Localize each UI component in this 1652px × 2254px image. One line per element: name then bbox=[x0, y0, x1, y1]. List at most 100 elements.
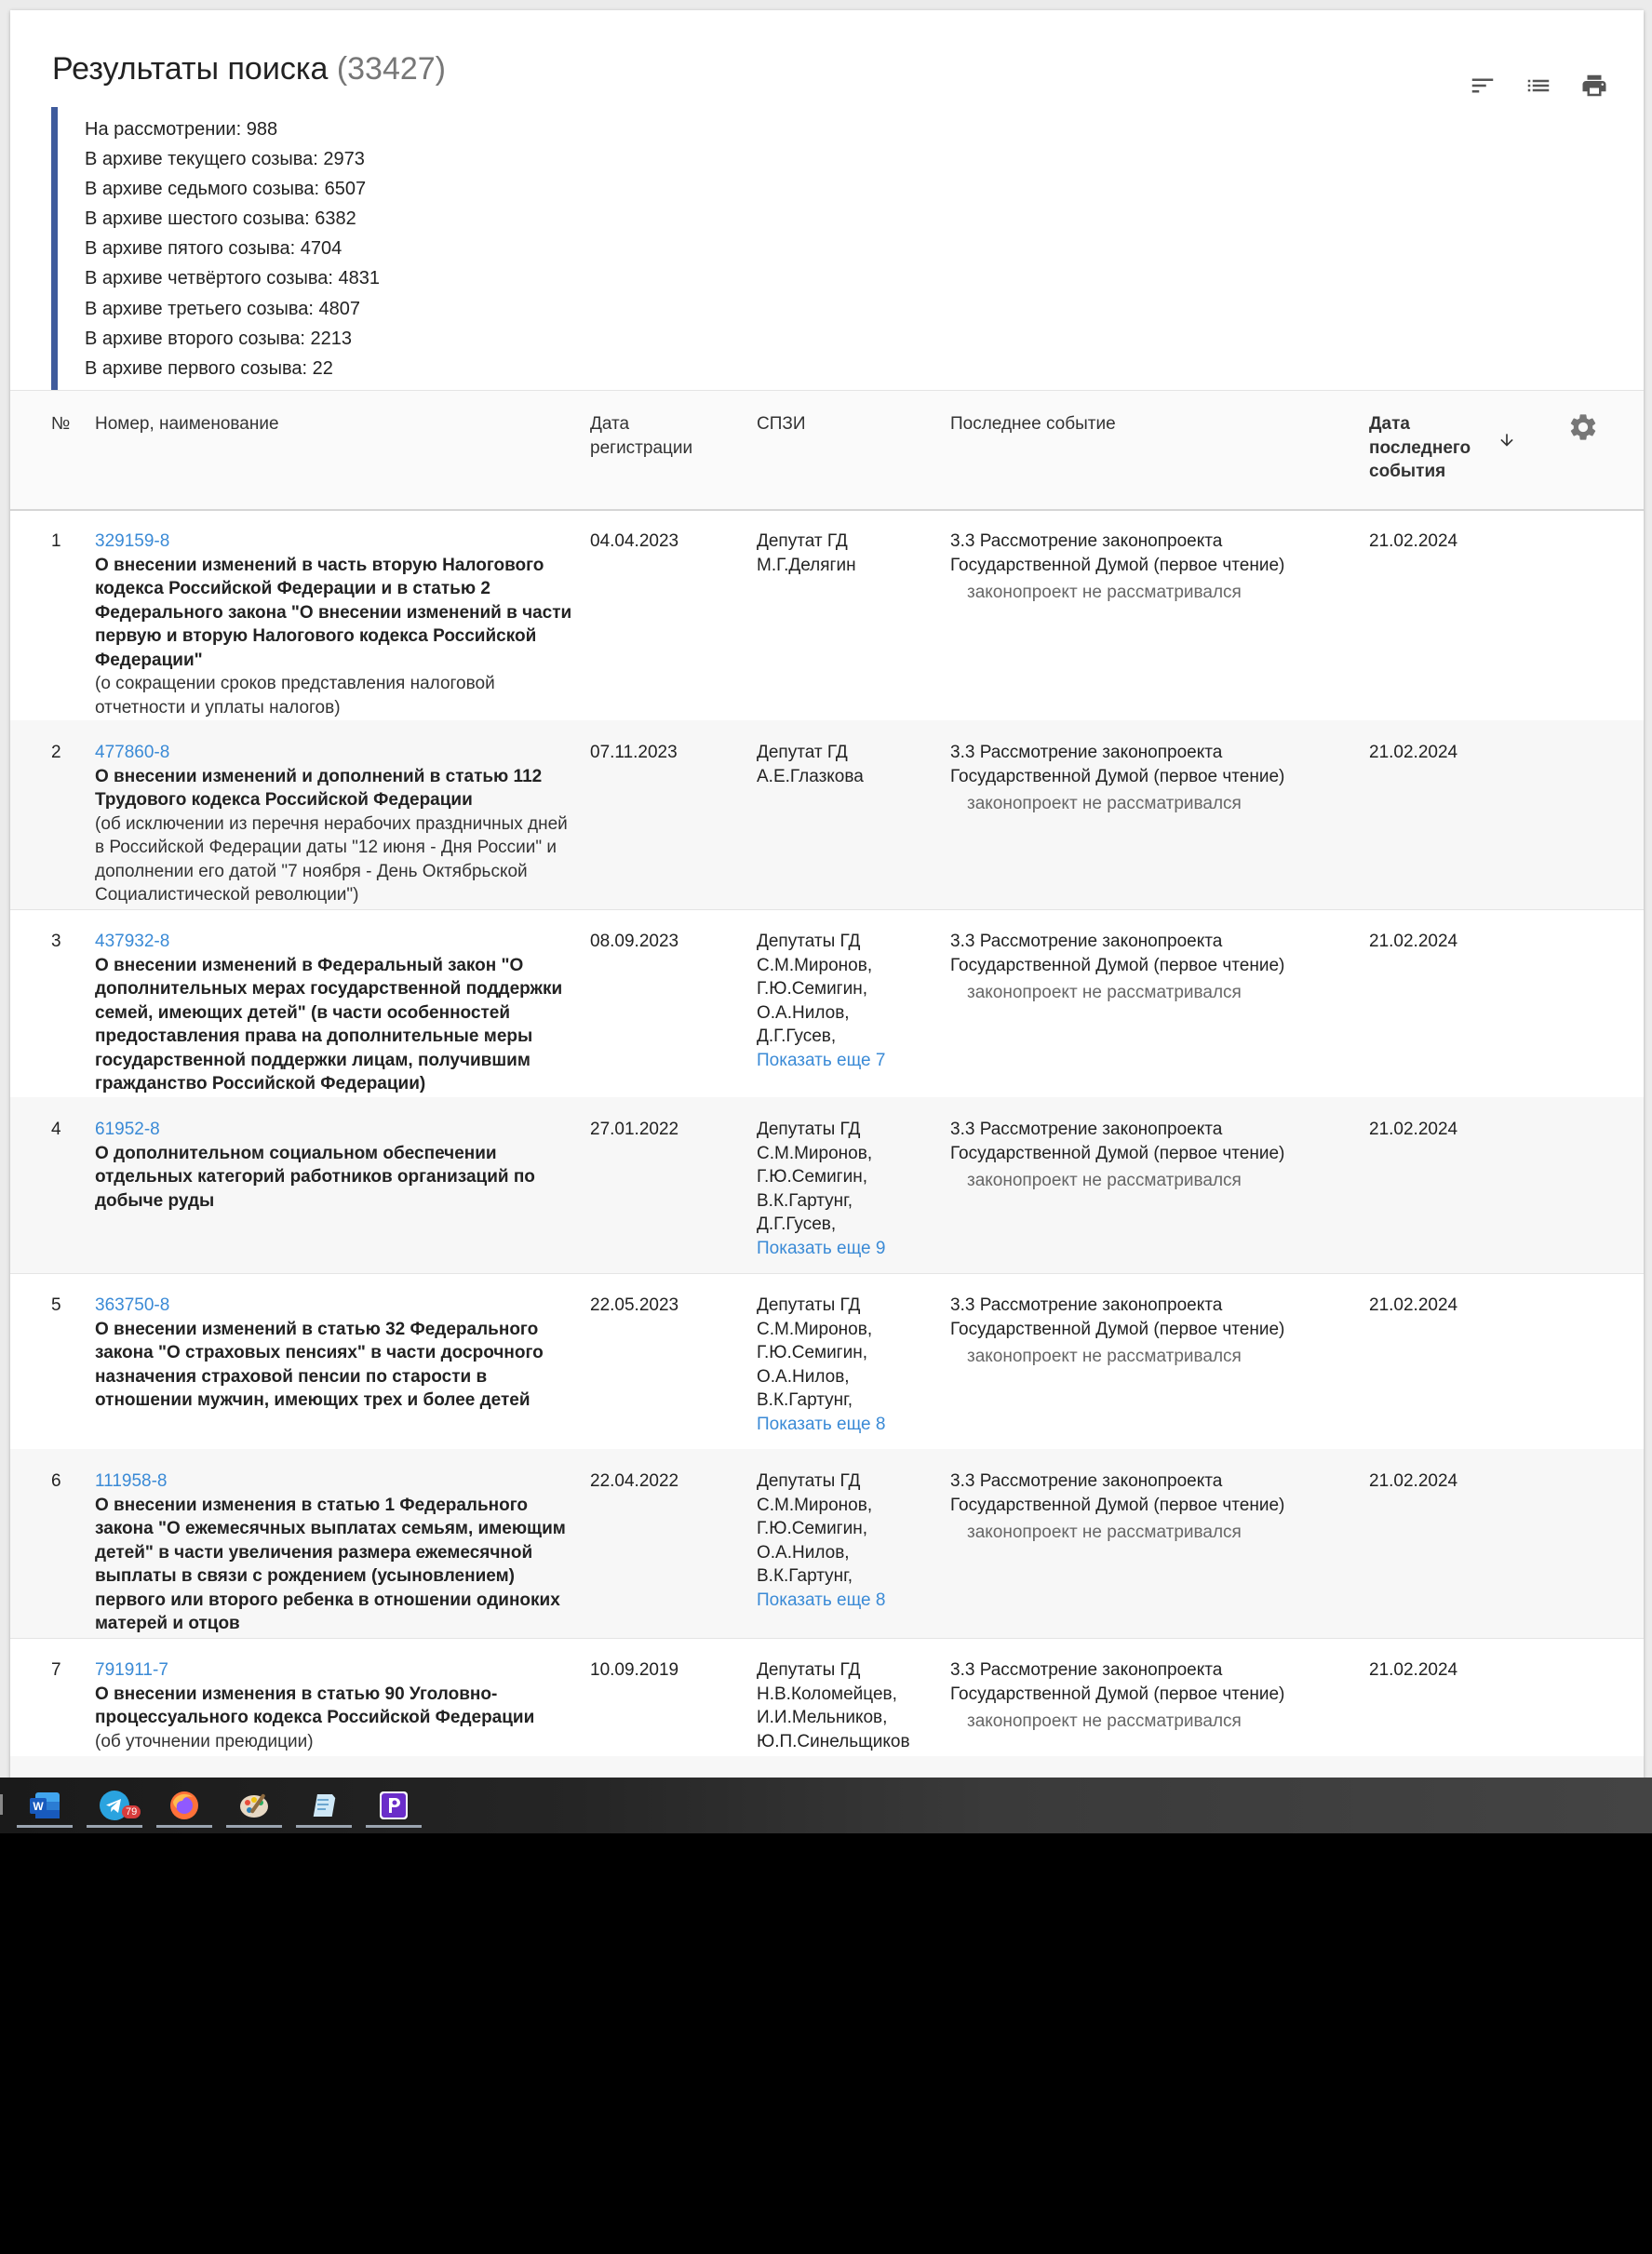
sort-descending-arrow-icon[interactable] bbox=[1498, 430, 1516, 450]
last-event-status: законопроект не рассматривался bbox=[967, 1711, 1242, 1731]
author-name: Депутат ГД bbox=[757, 743, 848, 762]
column-header-last-event[interactable]: Последнее событие bbox=[950, 412, 1116, 436]
last-event-status: законопроект не рассматривался bbox=[967, 583, 1242, 602]
notepad-taskbar-button[interactable] bbox=[296, 1785, 352, 1828]
results-title: Результаты поиска bbox=[52, 51, 329, 87]
last-event-status: законопроект не рассматривался bbox=[967, 1171, 1242, 1190]
bill-title: О дополнительном социальном обеспечении … bbox=[95, 1143, 535, 1211]
last-event-cell: 3.3 Рассмотрение законопроекта Государст… bbox=[950, 1658, 1341, 1734]
author-name: В.К.Гартунг, bbox=[757, 1190, 853, 1211]
paint-taskbar-button[interactable] bbox=[226, 1785, 282, 1828]
column-header-reg-date[interactable]: Дата регистрации bbox=[590, 412, 692, 460]
bill-description: (о сокращении сроков представления налог… bbox=[95, 674, 495, 718]
column-header-last-date-line: последнего bbox=[1369, 437, 1471, 458]
author-name: В.К.Гартунг, bbox=[757, 1390, 853, 1410]
last-event-cell: 3.3 Рассмотрение законопроекта Государст… bbox=[950, 930, 1341, 1005]
bill-description: (об уточнении преюдиции) bbox=[95, 1731, 314, 1751]
last-event-cell: 3.3 Рассмотрение законопроекта Государст… bbox=[950, 1118, 1341, 1193]
bill-title: О внесении изменений и дополнений в стат… bbox=[95, 766, 543, 811]
spzi-cell: Депутаты ГД С.М.Миронов, Г.Ю.Семигин, В.К.Г… bbox=[757, 1118, 933, 1260]
sort-icon[interactable] bbox=[1469, 72, 1497, 100]
row-number: 1 bbox=[51, 531, 61, 551]
last-event-date: 21.02.2024 bbox=[1369, 531, 1458, 551]
taskbar: W 79 bbox=[0, 1778, 1652, 1833]
bill-title: О внесении изменений в статью 32 Федерал… bbox=[95, 1319, 544, 1411]
bill-title: О внесении изменений в Федеральный закон… bbox=[95, 955, 563, 1094]
firefox-icon bbox=[170, 1791, 198, 1819]
author-name: Г.Ю.Семигин, bbox=[757, 1343, 868, 1362]
author-name: О.А.Нилов, bbox=[757, 1366, 850, 1387]
last-event-name: 3.3 Рассмотрение законопроекта Государст… bbox=[950, 932, 1285, 975]
results-count: (33427) bbox=[336, 51, 447, 87]
summary-line: В архиве первого созыва: 22 bbox=[85, 357, 333, 379]
last-event-status: законопроект не рассматривался bbox=[967, 794, 1242, 813]
registration-date: 10.09.2019 bbox=[590, 1660, 679, 1680]
firefox-taskbar-button[interactable] bbox=[156, 1785, 212, 1828]
author-name: Депутаты ГД bbox=[757, 1471, 861, 1491]
last-event-name: 3.3 Рассмотрение законопроекта Государст… bbox=[950, 743, 1285, 786]
summary-line: В архиве седьмого созыва: 6507 bbox=[85, 179, 367, 200]
registration-date: 04.04.2023 bbox=[590, 531, 679, 551]
last-event-name: 3.3 Рассмотрение законопроекта Государст… bbox=[950, 1471, 1285, 1515]
bill-number-link[interactable]: 791911-7 bbox=[95, 1658, 579, 1683]
author-name: Депутаты ГД bbox=[757, 1120, 861, 1139]
show-more-authors-link[interactable]: Показать еще 8 bbox=[757, 1413, 933, 1437]
summary-line: В архиве третьего созыва: 4807 bbox=[85, 298, 360, 319]
show-more-authors-link[interactable]: Показать еще 7 bbox=[757, 1049, 933, 1073]
author-name: Г.Ю.Семигин, bbox=[757, 1167, 868, 1187]
summary-line: В архиве пятого созыва: 4704 bbox=[85, 238, 342, 260]
summary-line: В архиве текущего созыва: 2973 bbox=[85, 149, 365, 170]
spzi-cell: Депутат ГД М.Г.Делягин bbox=[757, 530, 933, 577]
author-name: Депутаты ГД bbox=[757, 1660, 861, 1680]
telegram-unread-badge: 79 bbox=[122, 1805, 141, 1818]
registration-date: 22.04.2022 bbox=[590, 1471, 679, 1491]
author-name: Депутаты ГД bbox=[757, 932, 861, 951]
author-name: С.М.Миронов, bbox=[757, 1143, 873, 1163]
column-header-reg-date-line: Дата bbox=[590, 414, 630, 434]
bill-cell: 329159-8 О внесении изменений в часть вто… bbox=[95, 530, 579, 719]
column-header-last-date-line: события bbox=[1369, 462, 1446, 481]
messenger-taskbar-button[interactable] bbox=[366, 1785, 422, 1828]
bill-number-link[interactable]: 61952-8 bbox=[95, 1118, 579, 1142]
last-event-cell: 3.3 Рассмотрение законопроекта Государст… bbox=[950, 741, 1341, 816]
status-summary: На рассмотрении: 988 В архиве текущего с… bbox=[51, 107, 380, 391]
bill-number-link[interactable]: 437932-8 bbox=[95, 930, 579, 954]
registration-date: 08.09.2023 bbox=[590, 932, 679, 951]
registration-date: 22.05.2023 bbox=[590, 1295, 679, 1315]
column-header-last-date[interactable]: Дата последнего события bbox=[1369, 412, 1471, 484]
bill-number-link[interactable]: 363750-8 bbox=[95, 1294, 579, 1318]
bill-number-link[interactable]: 329159-8 bbox=[95, 530, 579, 554]
spzi-cell: Депутаты ГД С.М.Миронов, Г.Ю.Семигин, О.А.Н… bbox=[757, 930, 933, 1072]
column-header-last-date-line: Дата bbox=[1369, 414, 1410, 434]
list-view-icon[interactable] bbox=[1524, 72, 1552, 100]
author-name: С.М.Миронов, bbox=[757, 1495, 873, 1515]
bill-title: О внесении изменений в часть вторую Нало… bbox=[95, 555, 572, 670]
show-more-authors-link[interactable]: Показать еще 8 bbox=[757, 1589, 933, 1613]
spzi-cell: Депутаты ГД С.М.Миронов, Г.Ю.Семигин, О.А.Н… bbox=[757, 1294, 933, 1436]
bill-number-link[interactable]: 477860-8 bbox=[95, 741, 579, 765]
gear-icon[interactable] bbox=[1567, 411, 1599, 443]
last-event-status: законопроект не рассматривался bbox=[967, 1523, 1242, 1542]
word-taskbar-button[interactable]: W bbox=[17, 1785, 73, 1828]
last-event-date: 21.02.2024 bbox=[1369, 1120, 1458, 1139]
table-row: 2 477860-8 О внесении изменений и дополнен… bbox=[10, 720, 1644, 910]
last-event-status: законопроект не рассматривался bbox=[967, 983, 1242, 1002]
bill-cell: 111958-8 О внесении изменения в статью 1 … bbox=[95, 1469, 579, 1636]
print-icon[interactable] bbox=[1580, 72, 1608, 100]
table-row: 4 61952-8 О дополнительном социальном обес… bbox=[10, 1097, 1644, 1274]
notepad-icon bbox=[313, 1794, 336, 1817]
show-more-authors-link[interactable]: Показать еще 9 bbox=[757, 1237, 933, 1261]
paint-icon bbox=[240, 1793, 268, 1818]
row-number: 7 bbox=[51, 1660, 61, 1680]
spzi-cell: Депутаты ГД С.М.Миронов, Г.Ю.Семигин, О.А.Н… bbox=[757, 1469, 933, 1612]
bill-description: (об исключении из перечня нерабочих праз… bbox=[95, 813, 568, 906]
telegram-taskbar-button[interactable]: 79 bbox=[87, 1785, 142, 1828]
column-header-name[interactable]: Номер, наименование bbox=[95, 412, 279, 436]
last-event-name: 3.3 Рассмотрение законопроекта Государст… bbox=[950, 1120, 1285, 1163]
column-header-spzi[interactable]: СПЗИ bbox=[757, 412, 806, 436]
bill-title: О внесении изменения в статью 1 Федераль… bbox=[95, 1495, 566, 1634]
author-name: Н.В.Коломейцев, bbox=[757, 1684, 897, 1704]
bill-number-link[interactable]: 111958-8 bbox=[95, 1469, 579, 1494]
author-name: И.И.Мельников, bbox=[757, 1708, 888, 1727]
taskbar-edge bbox=[0, 1794, 3, 1815]
